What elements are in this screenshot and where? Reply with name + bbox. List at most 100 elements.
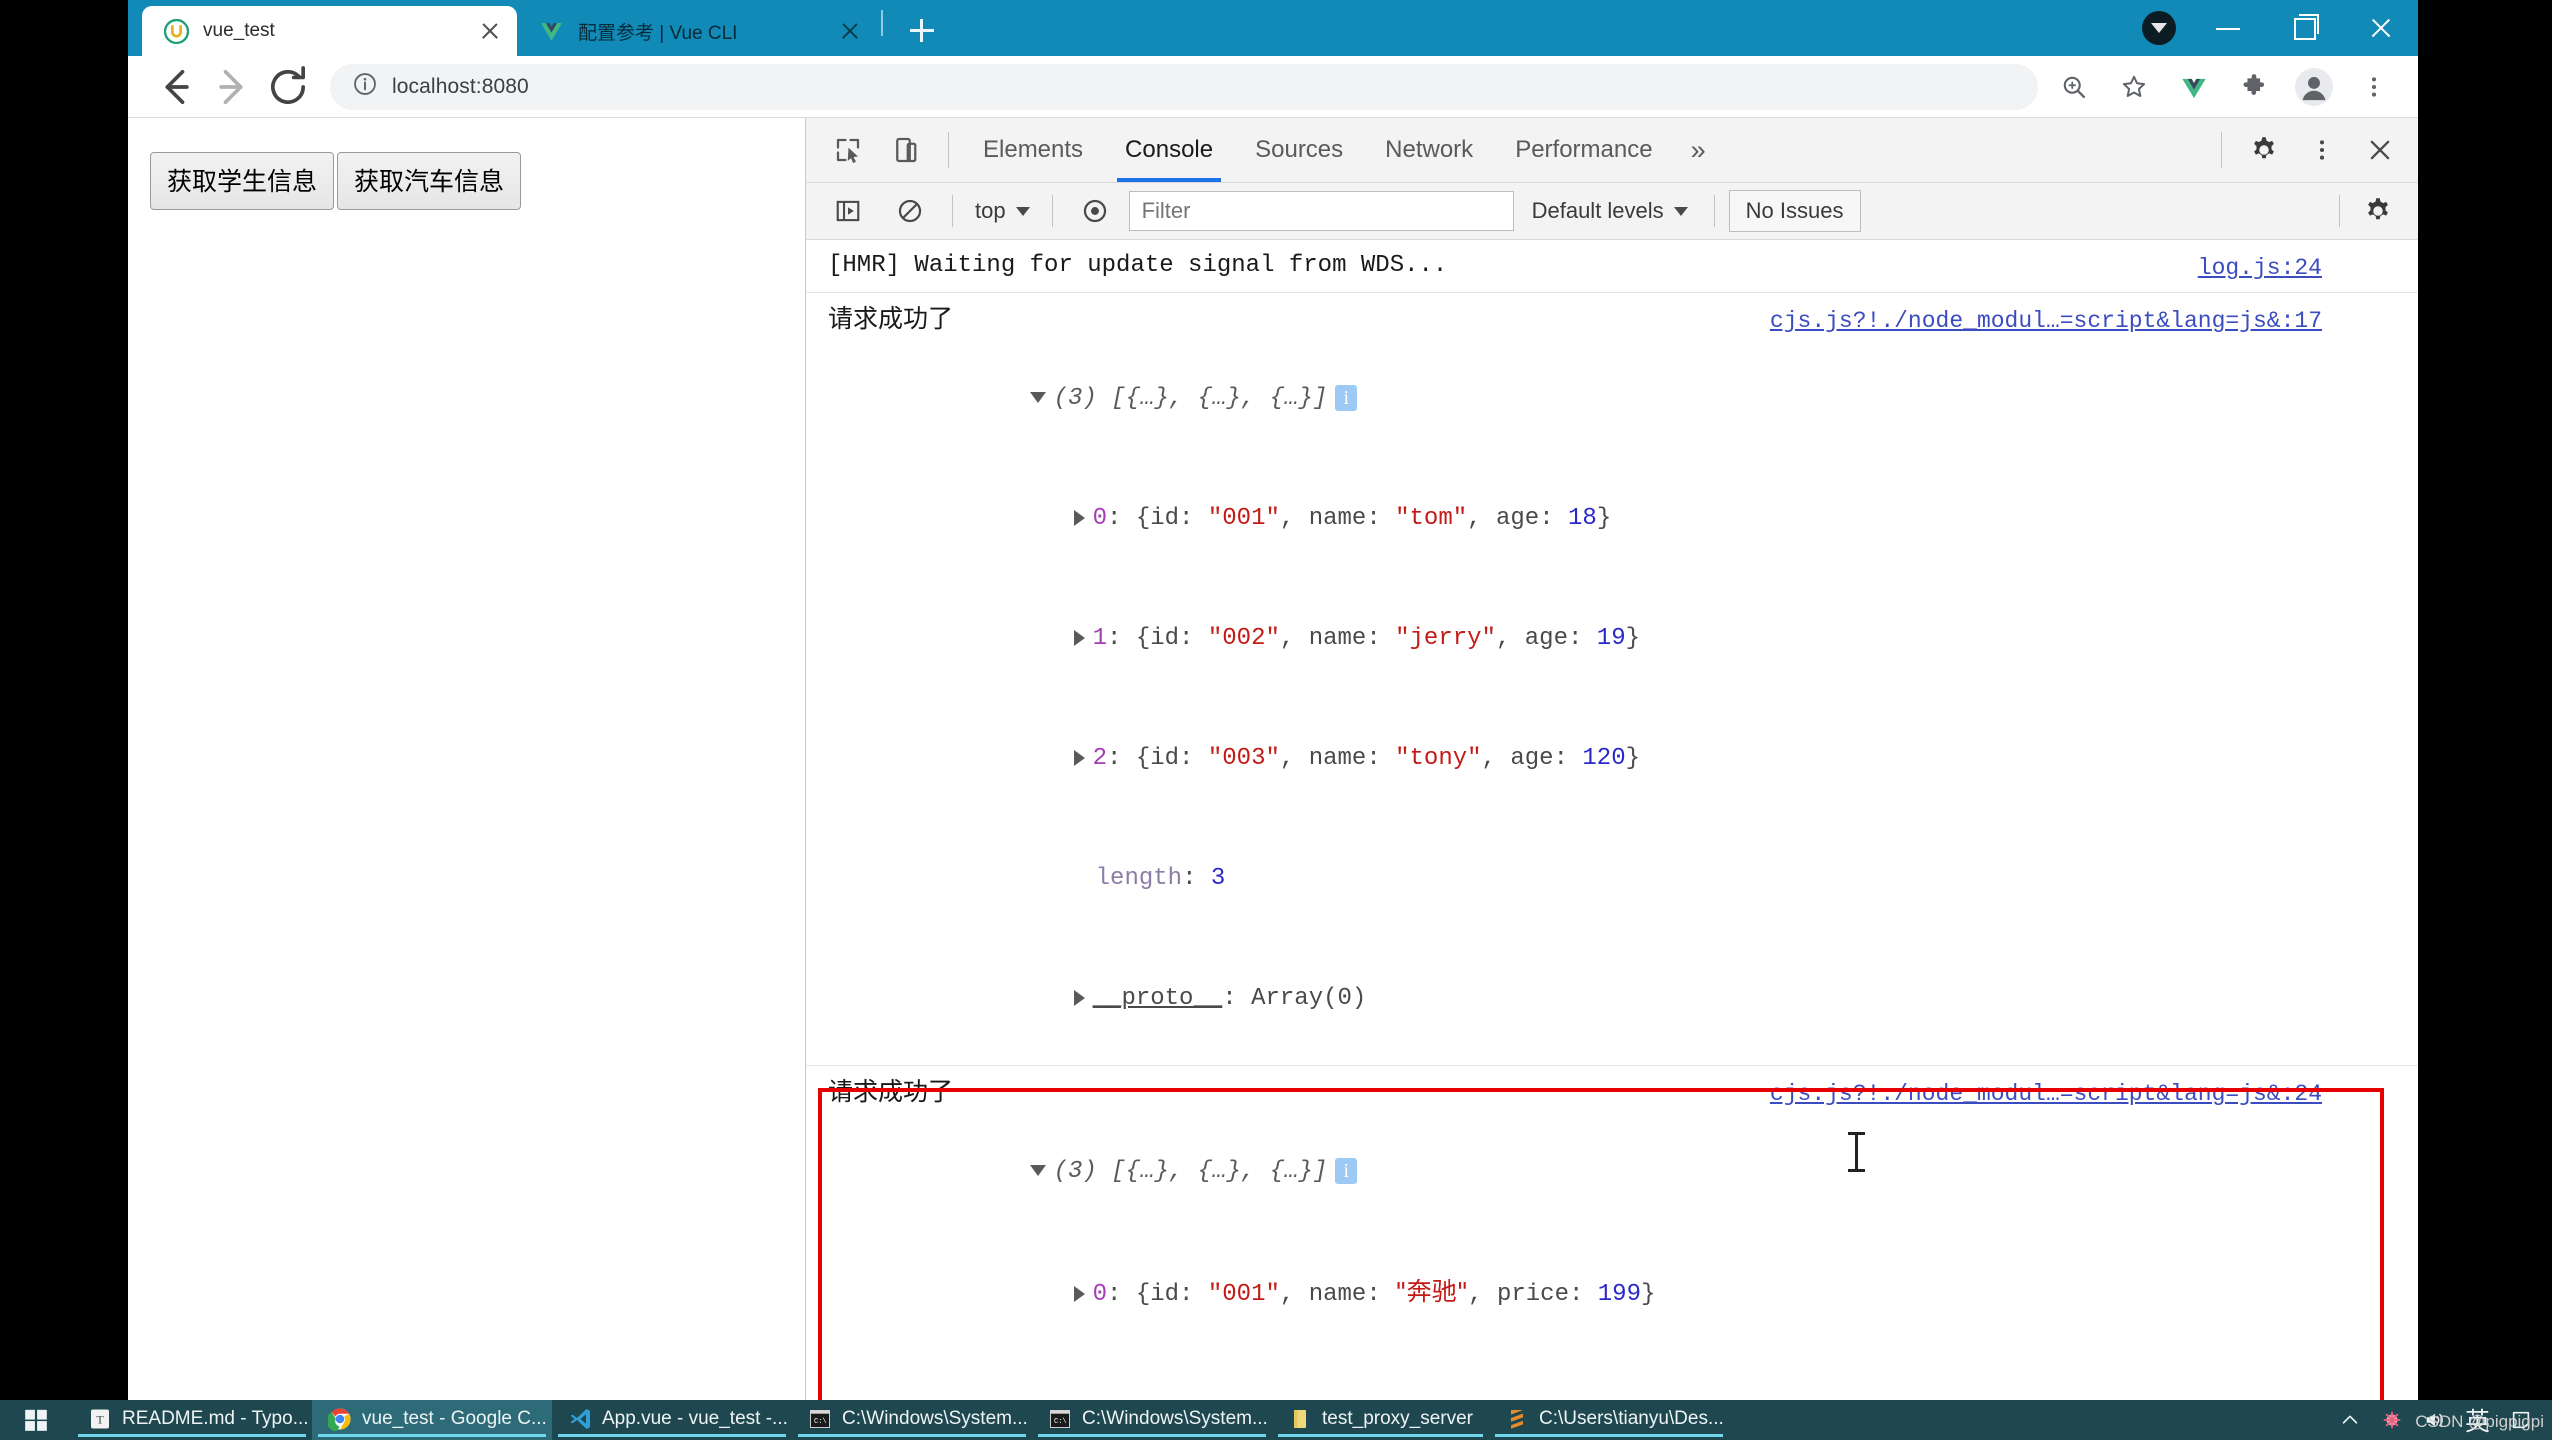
close-icon[interactable] [477, 18, 503, 44]
info-badge-icon[interactable]: i [1335, 1157, 1358, 1184]
expand-arrow-icon[interactable] [1073, 989, 1085, 1006]
array-item-row[interactable]: 1: {id: "002", name: "jerry", age: 19} [828, 579, 2418, 699]
taskbar-item-label: C:\Windows\System... [842, 1407, 1028, 1429]
network-status-icon[interactable] [2381, 1409, 2403, 1431]
tab-sources[interactable]: Sources [1235, 118, 1363, 182]
array-item-row[interactable]: 0: {id: "001", name: "tom", age: 18} [828, 459, 2418, 579]
gear-icon[interactable] [2236, 122, 2292, 178]
array-item-row[interactable]: 2: {id: "003", name: "tony", age: 120} [828, 699, 2418, 819]
taskbar-item-cmd-2[interactable]: C:\ C:\Windows\System... [1032, 1400, 1272, 1440]
item-name: "tony" [1395, 745, 1482, 772]
array-index: 0 [1092, 1281, 1108, 1308]
maximize-button[interactable] [2266, 0, 2342, 56]
array-index: 1 [1092, 625, 1108, 652]
taskbar-item-sublime[interactable]: C:\Users\tianyu\Des... [1489, 1400, 1729, 1440]
item-value: 199 [1597, 1281, 1641, 1308]
folder-icon [1288, 1407, 1312, 1431]
minimize-button[interactable] [2190, 0, 2266, 56]
tab-network[interactable]: Network [1365, 118, 1493, 182]
show-hidden-icons-chevron[interactable] [2339, 1409, 2361, 1431]
item-field: age [1510, 745, 1554, 772]
extensions-puzzle-icon[interactable] [2228, 61, 2280, 113]
more-tabs-chevron-icon[interactable]: » [1675, 135, 1722, 166]
log-levels-selector[interactable]: Default levels [1520, 198, 1700, 224]
item-field: price [1496, 1281, 1569, 1308]
expand-arrow-icon[interactable] [1073, 1285, 1085, 1302]
windows-start-icon[interactable] [0, 1400, 72, 1440]
expand-arrow-icon[interactable] [1073, 509, 1085, 526]
svg-text:C:\: C:\ [1054, 1418, 1067, 1426]
more-options-icon[interactable] [2294, 122, 2350, 178]
chevron-down-icon [1673, 206, 1688, 216]
expand-arrow-icon[interactable] [1073, 629, 1085, 646]
taskbar-item-chrome[interactable]: vue_test - Google C... [312, 1400, 552, 1440]
taskbar-item-typora[interactable]: T README.md - Typo... [72, 1400, 312, 1440]
close-icon[interactable] [837, 18, 863, 44]
svg-text:C:\: C:\ [814, 1418, 827, 1426]
tab-strip: vue_test 配置参考 | Vue CLI [128, 0, 2418, 56]
sublime-icon [1505, 1407, 1529, 1431]
zoom-in-icon[interactable] [2048, 61, 2100, 113]
expand-arrow-icon[interactable] [1073, 749, 1085, 766]
source-link[interactable]: log.js:24 [2198, 248, 2322, 288]
array-summary-row[interactable]: (3) [{…}, {…}, {…}] i [828, 339, 2418, 459]
taskbar-item-test-proxy-server[interactable]: test_proxy_server [1272, 1400, 1489, 1440]
live-expression-icon[interactable] [1067, 183, 1123, 239]
svg-text:T: T [96, 1412, 104, 1426]
array-summary-row[interactable]: (3) [{…}, {…}, {…}] i [828, 1112, 2418, 1232]
bookmark-star-icon[interactable] [2108, 61, 2160, 113]
inspect-element-icon[interactable] [820, 122, 876, 178]
item-field: age [1524, 625, 1568, 652]
taskbar-item-label: README.md - Typo... [122, 1407, 309, 1429]
console-filter-input[interactable] [1128, 191, 1514, 231]
device-toolbar-icon[interactable] [878, 122, 934, 178]
chrome-menu-icon[interactable] [2348, 61, 2400, 113]
console-message[interactable]: 请求成功了 cjs.js?!./node_modul…=script&lang=… [806, 293, 2418, 1066]
collapse-arrow-icon[interactable] [1029, 1165, 1046, 1177]
site-info-icon[interactable] [352, 71, 378, 102]
browser-tab-vue-cli-docs[interactable]: 配置参考 | Vue CLI [517, 6, 877, 56]
console-message[interactable]: [HMR] Waiting for update signal from WDS… [806, 240, 2418, 293]
tab-console[interactable]: Console [1105, 118, 1233, 182]
browser-tab-vue-test[interactable]: vue_test [142, 6, 517, 56]
browser-content: 获取学生信息 获取汽车信息 Elements Console Sources N… [128, 118, 2418, 1400]
forward-arrow-icon[interactable] [206, 61, 258, 113]
typora-icon: T [88, 1407, 112, 1431]
item-name: "奔驰" [1395, 1277, 1469, 1306]
collapse-arrow-icon[interactable] [1029, 392, 1046, 404]
console-sidebar-icon[interactable] [820, 183, 876, 239]
issues-button[interactable]: No Issues [1728, 190, 1861, 232]
console-message-text: 请求成功了 [828, 1077, 954, 1106]
array-proto-row[interactable]: __proto__: Array(0) [828, 939, 2418, 1059]
array-item-row[interactable]: 1: {id: "002", name: "马自达", price: 109} [828, 1355, 2418, 1400]
tab-title: vue_test [203, 20, 275, 41]
console-settings-gear-icon[interactable] [2350, 183, 2406, 239]
taskbar-item-vscode[interactable]: App.vue - vue_test -... [552, 1400, 792, 1440]
clear-console-icon[interactable] [882, 183, 938, 239]
array-item-row[interactable]: 0: {id: "001", name: "奔驰", price: 199} [828, 1232, 2418, 1355]
vue-devtools-icon[interactable] [2168, 61, 2220, 113]
close-devtools-icon[interactable] [2352, 122, 2408, 178]
back-arrow-icon[interactable] [150, 61, 202, 113]
page-button-row: 获取学生信息 获取汽车信息 [150, 152, 805, 210]
taskbar-item-cmd-1[interactable]: C:\ C:\Windows\System... [792, 1400, 1032, 1440]
reload-icon[interactable] [262, 61, 314, 113]
console-output[interactable]: [HMR] Waiting for update signal from WDS… [806, 240, 2418, 1400]
collapse-badge-icon[interactable] [2142, 11, 2176, 45]
close-window-button[interactable] [2342, 0, 2418, 56]
tab-elements[interactable]: Elements [963, 118, 1103, 182]
address-bar[interactable]: localhost:8080 [330, 63, 2038, 110]
item-value: 120 [1582, 745, 1626, 772]
item-value: 19 [1596, 625, 1626, 652]
execution-context-selector[interactable]: top [967, 198, 1038, 224]
source-link[interactable]: cjs.js?!./node_modul…=script&lang=js&:24 [1770, 1074, 2322, 1114]
console-message[interactable]: 请求成功了 cjs.js?!./node_modul…=script&lang=… [806, 1066, 2418, 1400]
source-link[interactable]: cjs.js?!./node_modul…=script&lang=js&:17 [1770, 301, 2322, 341]
new-tab-button[interactable] [895, 6, 949, 56]
divider [952, 195, 953, 227]
tab-performance[interactable]: Performance [1495, 118, 1672, 182]
info-badge-icon[interactable]: i [1335, 384, 1358, 411]
profile-avatar-icon[interactable] [2288, 61, 2340, 113]
get-car-info-button[interactable]: 获取汽车信息 [337, 152, 522, 210]
get-student-info-button[interactable]: 获取学生信息 [150, 152, 335, 210]
